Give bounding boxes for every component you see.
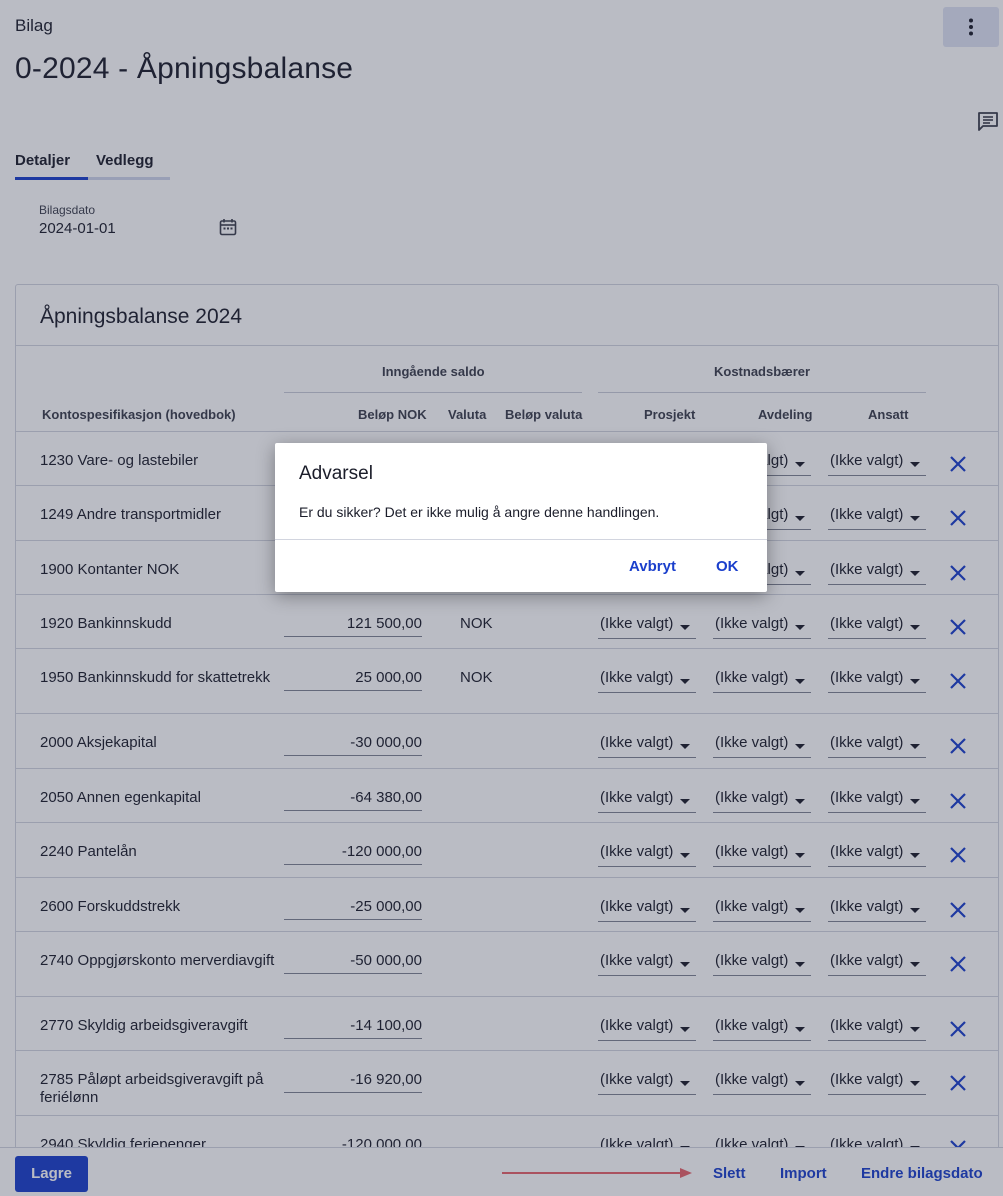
modal-backdrop[interactable] [0, 0, 1003, 1196]
voucher-page: Bilag 0-2024 - Åpningsbalanse Detaljer V… [0, 0, 1003, 1196]
dialog-title: Advarsel [299, 463, 373, 484]
confirm-dialog: Advarsel Er du sikker? Det er ikke mulig… [275, 443, 767, 592]
dialog-divider [275, 539, 767, 540]
ok-button[interactable]: OK [716, 558, 739, 575]
dialog-message: Er du sikker? Det er ikke mulig å angre … [299, 504, 660, 520]
cancel-button[interactable]: Avbryt [629, 558, 676, 575]
